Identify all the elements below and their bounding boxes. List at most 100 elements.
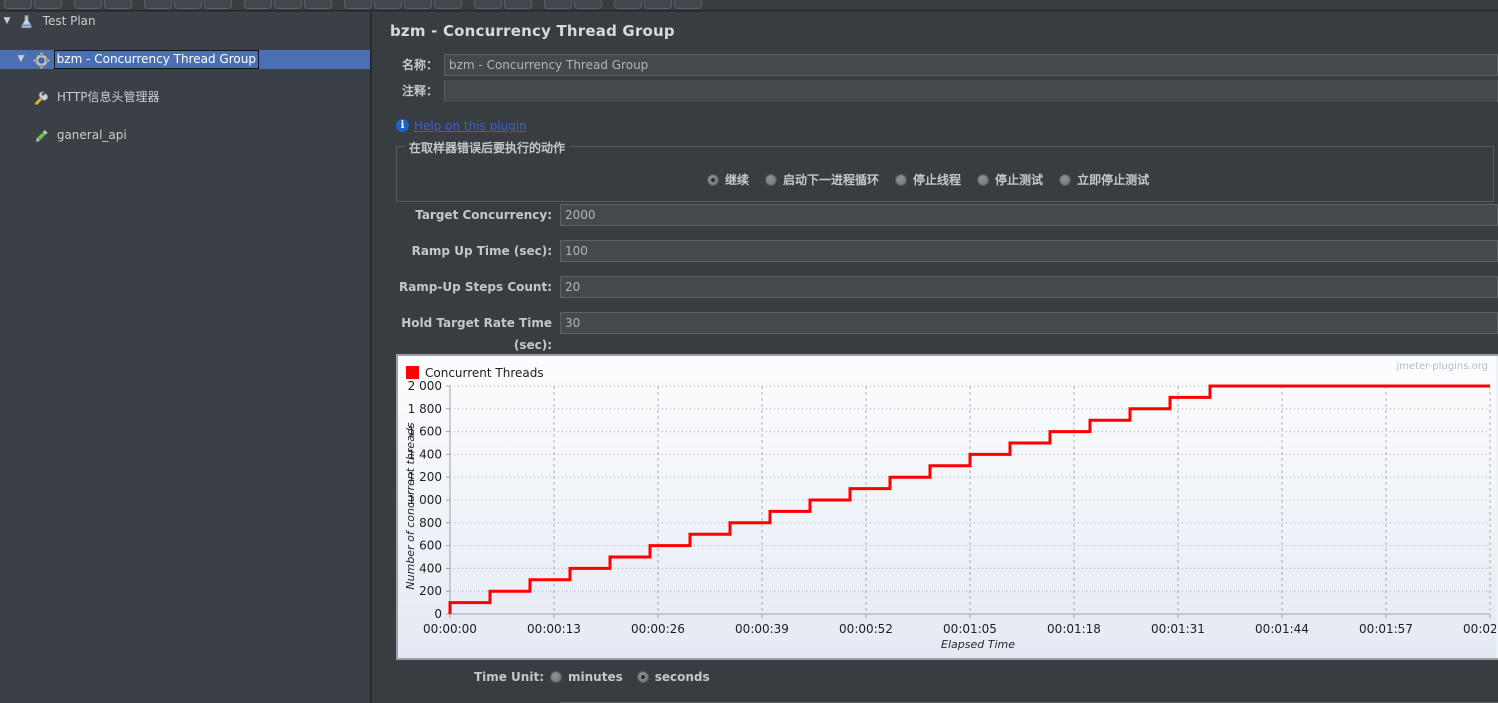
ramp-up-steps-label: Ramp-Up Steps Count:	[398, 280, 552, 294]
tree-item-test-plan[interactable]: ▼ Test Plan	[0, 12, 370, 31]
target-concurrency-input[interactable]: 2000	[560, 204, 1498, 226]
tree-item-label: ganeral_api	[56, 128, 127, 142]
radio-minutes[interactable]: minutes	[550, 670, 623, 684]
chevron-down-icon[interactable]: ▼	[0, 12, 14, 31]
radio-continue[interactable]: 继续	[707, 171, 749, 188]
toolbar-button[interactable]	[674, 0, 702, 9]
radio-dot-icon[interactable]	[636, 671, 649, 683]
toolbar-button[interactable]	[374, 0, 402, 9]
toolbar-button[interactable]	[174, 0, 202, 9]
tree-item-ganeral-api[interactable]: ganeral_api	[0, 126, 370, 145]
help-on-plugin-row[interactable]: i Help on this plugin	[396, 118, 527, 136]
radio-label: minutes	[568, 670, 623, 684]
tree-item-concurrency-thread-group[interactable]: ▼ bzm - Concurrency Thread Group	[0, 50, 370, 69]
concurrency-preview-chart[interactable]: 0 200 400 600 800 1 000 1 200 1 400 1 600 1 800 2 …	[396, 354, 1498, 660]
tree-item-label: HTTP信息头管理器	[56, 90, 160, 104]
tree-item-http-header-manager[interactable]: HTTP信息头管理器	[0, 88, 370, 107]
x-tick-label: 00:00:39	[735, 622, 789, 636]
radio-dot-icon[interactable]	[977, 173, 990, 186]
toolbar-buttons[interactable]	[4, 0, 704, 9]
chart-y-axis-title: Number of concurrent threads	[404, 422, 417, 589]
radio-stop-thread[interactable]: 停止线程	[895, 171, 961, 188]
toolbar-button[interactable]	[434, 0, 462, 9]
chart-x-axis-title: Elapsed Time	[941, 638, 1015, 651]
x-tick-label: 00:00:00	[423, 622, 477, 636]
toolbar-button[interactable]	[544, 0, 572, 9]
toolbar-button[interactable]	[644, 0, 672, 9]
radio-dot-icon[interactable]	[1059, 173, 1072, 186]
y-tick-label: 600	[419, 539, 442, 553]
time-unit-radio-group[interactable]: minutes seconds	[550, 666, 710, 688]
toolbar-button[interactable]	[574, 0, 602, 9]
chart-watermark: jmeter-plugins.org	[1395, 361, 1488, 372]
ramp-up-steps-row: Ramp-Up Steps Count: 20	[372, 276, 1498, 300]
x-tick-label: 00:01:31	[1151, 622, 1205, 636]
toolbar-button[interactable]	[274, 0, 302, 9]
radio-label: 停止测试	[995, 173, 1044, 187]
toolbar-button[interactable]	[204, 0, 232, 9]
http-sampler-icon	[32, 126, 50, 145]
legend-color-swatch	[406, 366, 419, 379]
name-field-row: 名称： bzm - Concurrency Thread Group	[372, 54, 1498, 78]
radio-dot-icon[interactable]	[707, 173, 719, 186]
toolbar-button[interactable]	[34, 0, 62, 9]
x-tick-label: 00:00:52	[839, 622, 893, 636]
radio-dot-icon[interactable]	[765, 173, 778, 186]
toolbar-button[interactable]	[474, 0, 502, 9]
x-tick-label: 00:01:05	[943, 622, 997, 636]
tree-item-label: Test Plan	[42, 14, 96, 28]
thread-group-icon	[32, 50, 50, 69]
toolbar-button[interactable]	[614, 0, 642, 9]
help-on-this-plugin-link[interactable]: Help on this plugin	[414, 119, 527, 133]
chart-canvas: 02004006008001 0001 2001 4001 6001 8002 …	[398, 356, 1496, 658]
ramp-up-time-input[interactable]: 100	[560, 240, 1498, 262]
jmeter-window: ▼ Test Plan ▼ bzm - Concurrency Thread G…	[0, 0, 1498, 703]
x-tick-label: 00:02:10	[1463, 622, 1496, 636]
target-concurrency-row: Target Concurrency: 2000	[372, 204, 1498, 228]
radio-stop-test[interactable]: 停止测试	[977, 171, 1043, 188]
radio-label: 停止线程	[913, 173, 962, 187]
y-tick-label: 800	[419, 516, 442, 530]
toolbar-button[interactable]	[344, 0, 372, 9]
radio-stop-test-now[interactable]: 立即停止测试	[1059, 171, 1149, 188]
radio-label: 启动下一进程循环	[783, 173, 880, 187]
x-tick-label: 00:00:26	[631, 622, 685, 636]
toolbar-button[interactable]	[4, 0, 32, 9]
toolbar-button[interactable]	[74, 0, 102, 9]
y-tick-label: 200	[419, 584, 442, 598]
radio-label: 立即停止测试	[1077, 173, 1150, 187]
x-tick-label: 00:01:18	[1047, 622, 1101, 636]
toolbar-button[interactable]	[504, 0, 532, 9]
x-tick-label: 00:00:13	[527, 622, 581, 636]
name-input[interactable]: bzm - Concurrency Thread Group	[444, 54, 1498, 76]
hold-target-rate-label: Hold Target Rate Time (sec):	[401, 316, 552, 352]
toolbar-button[interactable]	[104, 0, 132, 9]
time-unit-label: Time Unit:	[473, 670, 544, 684]
comment-label: 注释：	[401, 84, 438, 98]
header-manager-icon	[32, 88, 50, 107]
toolbar-button[interactable]	[144, 0, 172, 9]
radio-seconds[interactable]: seconds	[636, 670, 710, 684]
target-concurrency-label: Target Concurrency:	[415, 208, 552, 222]
hold-target-rate-input[interactable]: 30	[560, 312, 1498, 334]
radio-dot-icon[interactable]	[895, 173, 908, 186]
thread-group-editor: bzm - Concurrency Thread Group 名称： bzm -…	[372, 12, 1498, 703]
toolbar-button[interactable]	[244, 0, 272, 9]
toolbar[interactable]	[0, 0, 1498, 11]
comment-input[interactable]	[444, 80, 1498, 102]
ramp-up-steps-input[interactable]: 20	[560, 276, 1498, 298]
action-group-title: 在取样器错误后要执行的动作	[405, 139, 570, 156]
toolbar-button[interactable]	[304, 0, 332, 9]
comment-field-row: 注释：	[372, 80, 1498, 104]
radio-dot-icon[interactable]	[550, 671, 562, 683]
chevron-down-icon[interactable]: ▼	[14, 50, 28, 69]
legend-label: Concurrent Threads	[425, 366, 544, 380]
action-radio-group[interactable]: 继续 启动下一进程循环 停止线程 停止测试 立即停止测试	[707, 171, 1149, 188]
tree-item-label: bzm - Concurrency Thread Group	[53, 50, 259, 69]
y-tick-label: 1 800	[408, 402, 442, 416]
toolbar-button[interactable]	[404, 0, 432, 9]
action-on-sampler-error-group: 在取样器错误后要执行的动作 继续 启动下一进程循环 停止线程 停止测试 立即停止…	[396, 139, 1494, 202]
y-tick-label: 2 000	[408, 379, 442, 393]
test-plan-tree[interactable]: ▼ Test Plan ▼ bzm - Concurrency Thread G…	[0, 12, 371, 703]
radio-start-next-loop[interactable]: 启动下一进程循环	[765, 171, 879, 188]
